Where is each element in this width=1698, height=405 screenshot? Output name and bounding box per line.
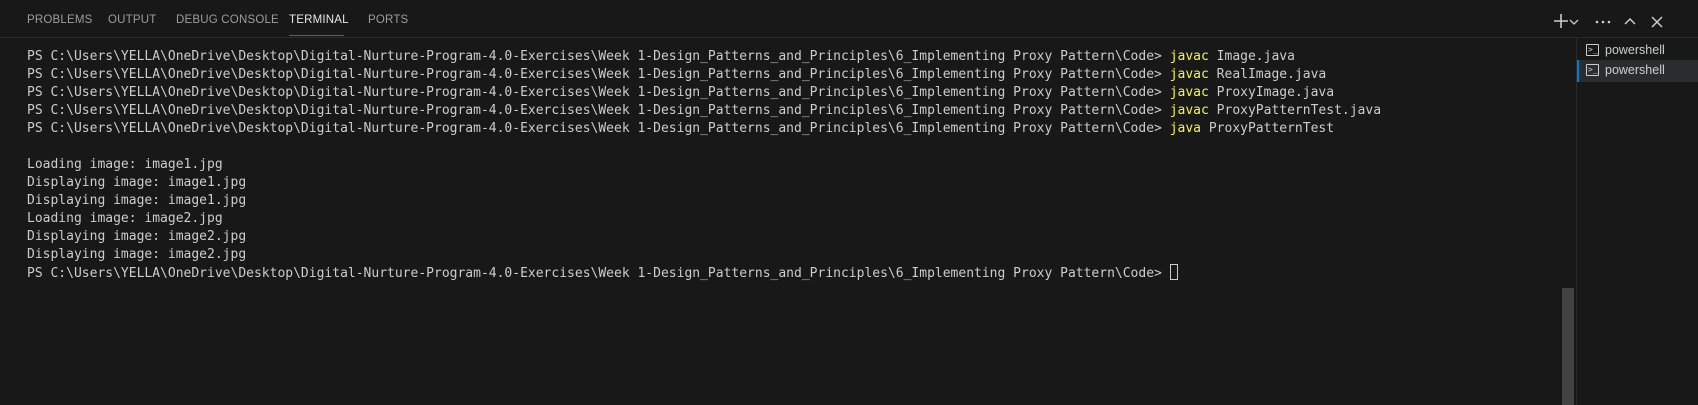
output-line: Displaying image: image1.jpg (27, 175, 247, 190)
terminal-powershell-icon: >_ (1586, 44, 1599, 56)
command-args: ProxyPatternTest (1201, 121, 1335, 136)
terminal-tabs-sidebar: >_ powershell >_ powershell (1576, 38, 1698, 405)
panel-actions (1548, 10, 1698, 34)
tab-output[interactable]: OUTPUT (108, 14, 156, 26)
command-name: javac (1169, 85, 1209, 100)
terminal-line: PS C:\Users\YELLA\OneDrive\Desktop\Digit… (27, 264, 1178, 282)
output-line: Loading image: image1.jpg (27, 157, 223, 172)
prompt-text: PS C:\Users\YELLA\OneDrive\Desktop\Digit… (27, 103, 1170, 118)
output-line: Displaying image: image1.jpg (27, 193, 247, 208)
command-name: javac (1169, 103, 1209, 118)
active-tab-indicator (289, 35, 344, 36)
tab-debug-console[interactable]: DEBUG CONSOLE (176, 14, 279, 26)
tab-terminal[interactable]: TERMINAL (289, 14, 349, 26)
command-args: RealImage.java (1208, 67, 1327, 82)
chevron-down-icon[interactable] (1568, 10, 1580, 32)
command-name: javac (1169, 67, 1209, 82)
prompt-text: PS C:\Users\YELLA\OneDrive\Desktop\Digit… (27, 67, 1170, 82)
terminal-line: PS C:\Users\YELLA\OneDrive\Desktop\Digit… (27, 66, 1326, 84)
terminal-panel: PROBLEMS OUTPUT DEBUG CONSOLE TERMINAL P… (0, 0, 1698, 405)
command-args: Image.java (1208, 49, 1295, 64)
output-line: Displaying image: image2.jpg (27, 247, 247, 262)
scrollbar-thumb[interactable] (1562, 288, 1574, 405)
terminal-line: PS C:\Users\YELLA\OneDrive\Desktop\Digit… (27, 102, 1381, 120)
prompt-text: PS C:\Users\YELLA\OneDrive\Desktop\Digit… (27, 121, 1170, 136)
terminal-output[interactable]: PS C:\Users\YELLA\OneDrive\Desktop\Digit… (0, 38, 1560, 405)
terminal-line: PS C:\Users\YELLA\OneDrive\Desktop\Digit… (27, 48, 1295, 66)
output-line: Displaying image: image2.jpg (27, 229, 247, 244)
terminal-cursor (1169, 264, 1178, 280)
prompt-text: PS C:\Users\YELLA\OneDrive\Desktop\Digit… (27, 85, 1170, 100)
prompt-text: PS C:\Users\YELLA\OneDrive\Desktop\Digit… (27, 49, 1170, 64)
terminal-tab-powershell-2[interactable]: >_ powershell (1577, 60, 1698, 82)
command-name: java (1169, 121, 1202, 136)
panel-tab-bar: PROBLEMS OUTPUT DEBUG CONSOLE TERMINAL P… (0, 0, 1698, 38)
tab-ports[interactable]: PORTS (368, 14, 408, 26)
terminal-tab-label: powershell (1605, 63, 1665, 77)
terminal-powershell-icon: >_ (1586, 64, 1599, 76)
terminal-line: PS C:\Users\YELLA\OneDrive\Desktop\Digit… (27, 120, 1334, 138)
terminal-tab-label: powershell (1605, 43, 1665, 57)
terminal-line: PS C:\Users\YELLA\OneDrive\Desktop\Digit… (27, 84, 1334, 102)
command-args: ProxyPatternTest.java (1208, 103, 1382, 118)
chevron-up-icon[interactable] (1619, 10, 1641, 32)
command-name: javac (1169, 49, 1209, 64)
tab-problems[interactable]: PROBLEMS (27, 14, 93, 26)
command-args: ProxyImage.java (1208, 85, 1335, 100)
output-line: Loading image: image2.jpg (27, 211, 223, 226)
close-icon[interactable] (1646, 10, 1668, 32)
prompt-text: PS C:\Users\YELLA\OneDrive\Desktop\Digit… (27, 266, 1170, 281)
terminal-tab-powershell-1[interactable]: >_ powershell (1577, 40, 1698, 62)
ellipsis-icon[interactable] (1592, 10, 1614, 32)
